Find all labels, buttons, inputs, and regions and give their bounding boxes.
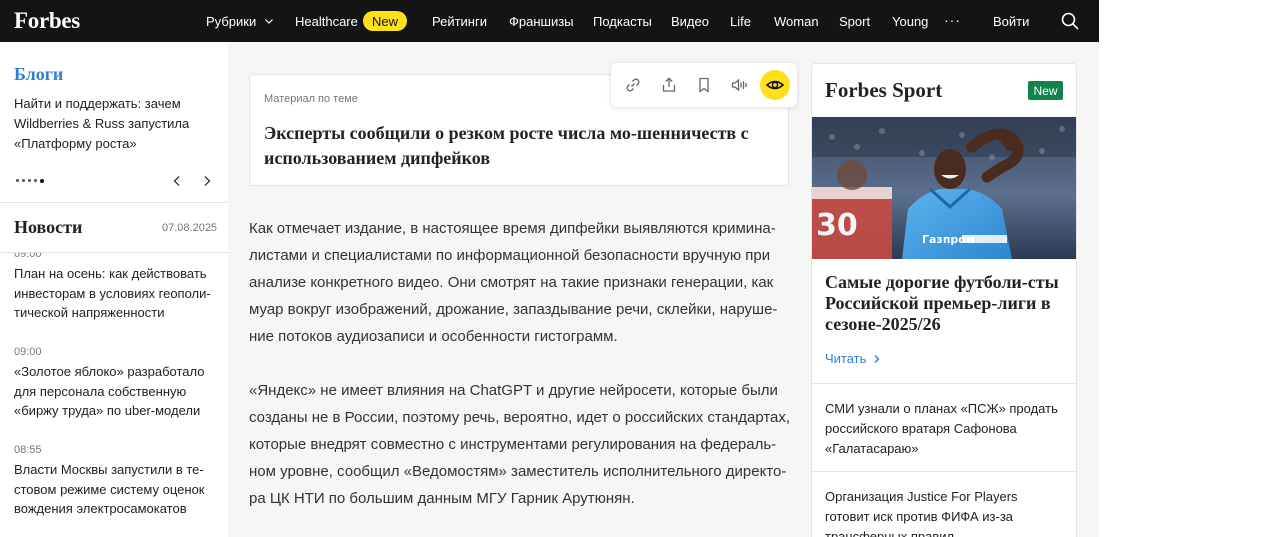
chevron-left-icon[interactable] xyxy=(170,174,184,188)
news-date: 07.08.2025 xyxy=(162,222,218,234)
news-time: 09:00 xyxy=(14,346,42,358)
news-list[interactable]: 09:00 План на осень: как действовать инв… xyxy=(14,253,214,537)
sport-news-item[interactable]: СМИ узнали о планах «ПСЖ» продать россий… xyxy=(825,399,1065,459)
sport-news-item[interactable]: Организация Justice For Players готовит … xyxy=(825,487,1065,537)
sport-card-title[interactable]: Forbes Sport xyxy=(825,78,942,103)
top-navigation-bar: Forbes Рубрики Healthcare New Рейтинги Ф… xyxy=(0,0,1099,42)
share-icon xyxy=(662,77,676,92)
article-body: Как отмечает издание, в настоящее время … xyxy=(249,215,794,537)
sport-new-badge: New xyxy=(1028,81,1063,100)
left-sidebar: Блоги Найти и поддержать: зачем Wildberr… xyxy=(0,42,228,537)
news-headline[interactable]: План на осень: как действовать инвестора… xyxy=(14,264,214,323)
search-icon[interactable] xyxy=(1061,12,1079,30)
nav-new-badge[interactable]: New xyxy=(363,11,407,31)
article-toolbar xyxy=(611,63,797,107)
nav-life[interactable]: Life xyxy=(730,0,751,42)
chevron-down-icon xyxy=(265,19,274,24)
news-time: 09:00 xyxy=(14,253,42,260)
read-more-link[interactable]: Читать xyxy=(825,351,881,366)
article-paragraph: Как отмечает издание, в настоящее время … xyxy=(249,220,778,345)
eye-icon xyxy=(765,80,785,90)
sponsor-logo: Газпром xyxy=(922,233,975,246)
blog-teaser-link[interactable]: Найти и поддержать: зачем Wildberries & … xyxy=(14,94,214,154)
right-blank-area xyxy=(1099,0,1280,537)
nav-podcasts[interactable]: Подкасты xyxy=(593,0,652,42)
nav-rubriki-label: Рубрики xyxy=(206,13,257,29)
nav-sport[interactable]: Sport xyxy=(839,0,870,42)
news-headline[interactable]: «Золотое яблоко» разработало для персона… xyxy=(14,362,214,421)
bookmark-icon xyxy=(699,77,709,93)
blog-carousel-pager[interactable] xyxy=(16,178,44,183)
blogs-heading[interactable]: Блоги xyxy=(14,64,63,85)
copy-link-button[interactable] xyxy=(622,74,644,96)
jersey-number: 30 xyxy=(816,208,858,243)
news-item[interactable]: 08:55 Власти Москвы запустили в те-стово… xyxy=(14,444,214,519)
pager-dot[interactable] xyxy=(22,179,25,182)
news-item[interactable]: 09:00 «Золотое яблоко» разработало для п… xyxy=(14,346,214,421)
login-button[interactable]: Войти xyxy=(993,0,1029,42)
nav-franchises[interactable]: Франшизы xyxy=(509,0,574,42)
article-paragraph: «Яндекс» не имеет влияния на ChatGPT и д… xyxy=(249,382,791,507)
news-time: 08:55 xyxy=(14,444,42,456)
related-title[interactable]: Эксперты сообщили о резком росте числа м… xyxy=(264,121,764,171)
audio-icon xyxy=(731,78,747,92)
news-item[interactable]: 09:00 План на осень: как действовать инв… xyxy=(14,253,214,323)
pager-dot-active[interactable] xyxy=(40,178,44,183)
divider xyxy=(812,471,1076,472)
pager-dot[interactable] xyxy=(34,179,37,182)
nav-healthcare[interactable]: Healthcare xyxy=(295,0,358,42)
related-label: Материал по теме xyxy=(264,93,358,105)
reading-mode-button[interactable] xyxy=(760,70,790,100)
news-heading[interactable]: Новости xyxy=(14,217,82,238)
nav-video[interactable]: Видео xyxy=(671,0,709,42)
nav-young[interactable]: Young xyxy=(892,0,928,42)
sport-feature-title[interactable]: Самые дорогие футболи-сты Российской пре… xyxy=(825,272,1065,335)
forbes-logo[interactable]: Forbes xyxy=(14,8,80,34)
share-button[interactable] xyxy=(658,74,680,96)
pager-dot[interactable] xyxy=(28,179,31,182)
divider xyxy=(0,202,228,203)
nav-woman[interactable]: Woman xyxy=(774,0,819,42)
football-player-photo[interactable]: 30 Газпром xyxy=(812,117,1077,259)
chevron-right-icon[interactable] xyxy=(200,174,214,188)
bookmark-button[interactable] xyxy=(693,74,715,96)
listen-button[interactable] xyxy=(728,74,750,96)
nav-ratings[interactable]: Рейтинги xyxy=(432,0,487,42)
divider xyxy=(812,383,1076,384)
read-more-label: Читать xyxy=(825,351,867,366)
forbes-sport-card: Forbes Sport New 30 Газпром Самые дороги… xyxy=(811,63,1077,537)
nav-rubriki[interactable]: Рубрики xyxy=(206,0,274,42)
news-headline[interactable]: Власти Москвы запустили в те-стовом режи… xyxy=(14,460,214,519)
link-icon xyxy=(626,78,640,92)
more-menu-icon[interactable]: ··· xyxy=(944,12,961,28)
pager-dot[interactable] xyxy=(16,179,19,182)
chevron-right-icon xyxy=(874,355,880,363)
